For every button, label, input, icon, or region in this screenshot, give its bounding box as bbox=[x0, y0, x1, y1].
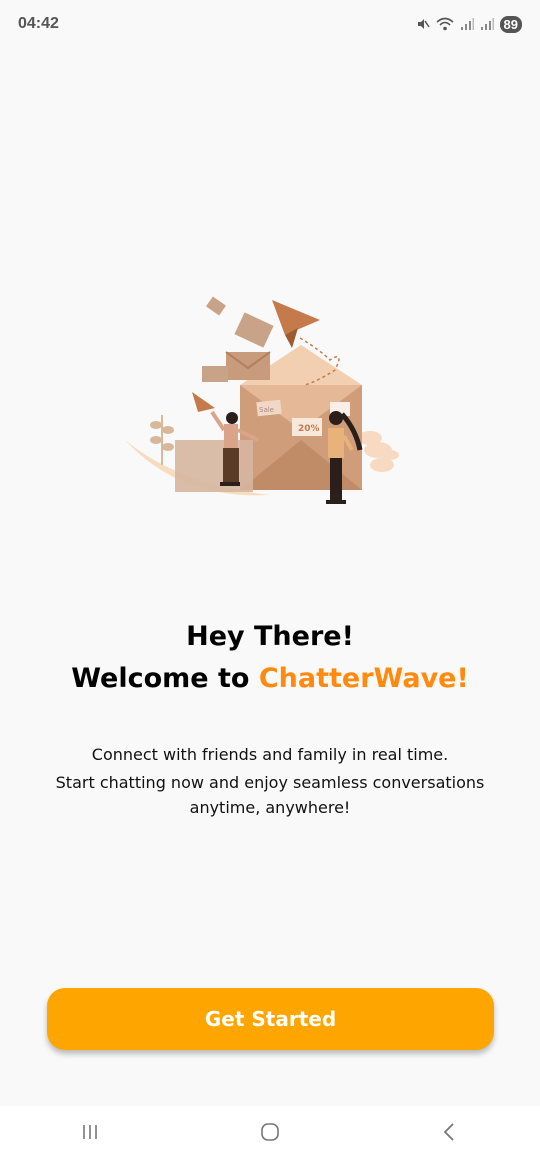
wifi-icon bbox=[436, 17, 454, 31]
recent-apps-icon[interactable] bbox=[60, 1112, 120, 1152]
welcome-heading: Hey There! Welcome to ChatterWave! bbox=[0, 616, 540, 700]
sale-tag: Sale bbox=[259, 406, 274, 414]
brand-name: ChatterWave! bbox=[258, 663, 469, 694]
description-line-2: Start chatting now and enjoy seamless co… bbox=[55, 773, 485, 792]
status-bar: 04:42 89 bbox=[0, 0, 540, 48]
status-time: 04:42 bbox=[18, 15, 59, 32]
get-started-button[interactable]: Get Started bbox=[47, 988, 494, 1050]
home-icon[interactable] bbox=[240, 1112, 300, 1152]
description: Connect with friends and family in real … bbox=[0, 742, 540, 820]
greeting-title: Hey There! bbox=[186, 621, 354, 652]
signal-icon bbox=[480, 17, 494, 31]
description-line-1: Connect with friends and family in real … bbox=[91, 745, 449, 764]
signal-icon bbox=[460, 17, 474, 31]
status-icons: 89 bbox=[416, 15, 522, 33]
navigation-bar bbox=[0, 1106, 540, 1158]
mail-people-illustration: Sale 20% bbox=[120, 290, 410, 515]
battery-icon: 89 bbox=[499, 15, 522, 33]
mute-icon bbox=[416, 17, 430, 31]
welcome-prefix: Welcome to bbox=[71, 663, 259, 694]
discount-tag: 20% bbox=[298, 424, 320, 434]
back-icon[interactable] bbox=[420, 1112, 480, 1152]
description-line-3: anytime, anywhere! bbox=[189, 798, 351, 817]
welcome-title: Welcome to ChatterWave! bbox=[0, 658, 540, 700]
